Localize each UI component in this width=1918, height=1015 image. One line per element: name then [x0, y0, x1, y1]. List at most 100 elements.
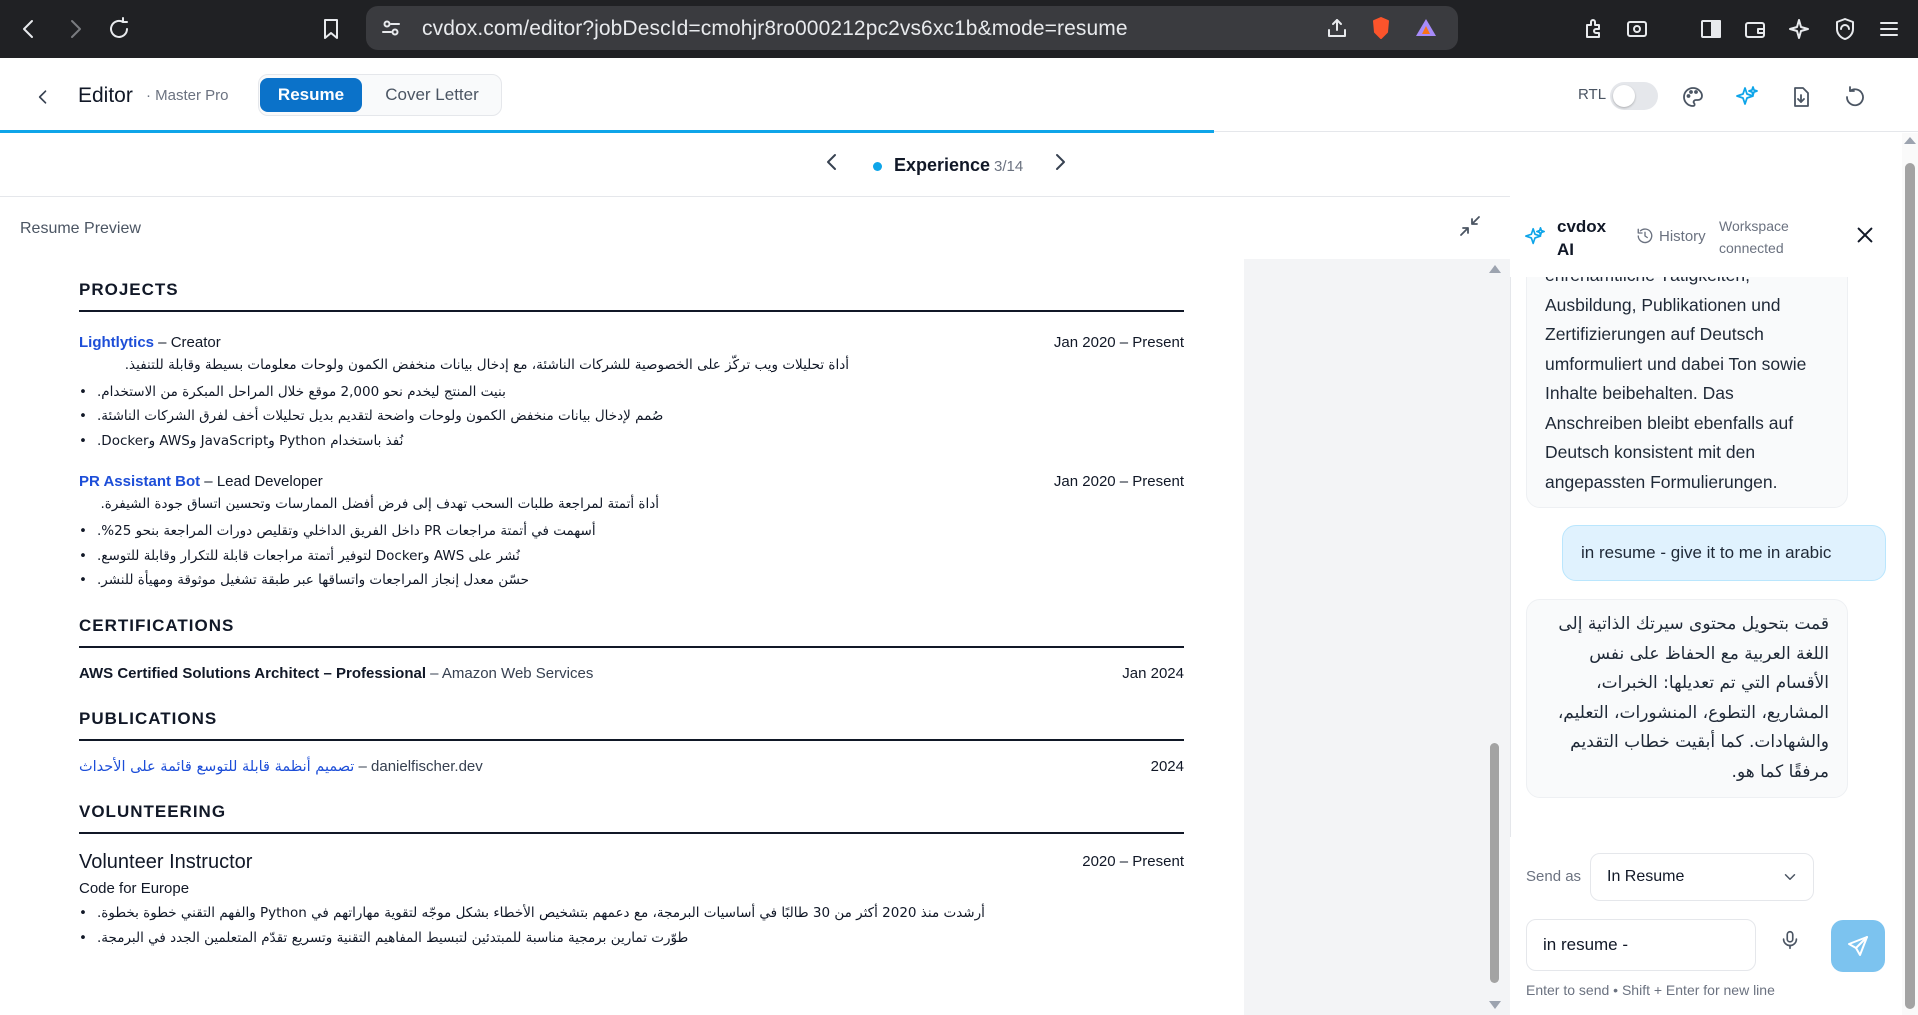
scroll-up-arrow[interactable]: [1489, 265, 1501, 273]
brave-shield-icon[interactable]: [1366, 13, 1396, 43]
prev-section-button[interactable]: [820, 150, 844, 179]
address-bar[interactable]: cvdox.com/editor?jobDescId=cmohjr8ro0002…: [366, 6, 1458, 50]
certifications-heading: CERTIFICATIONS: [79, 616, 235, 635]
volunteering-heading: VOLUNTEERING: [79, 802, 227, 821]
volunteer-date: 2020 – Present: [1082, 853, 1184, 870]
ai-sparkle-icon[interactable]: [1732, 82, 1762, 112]
volunteer-entry-header: Volunteer Instructor 2020 – Present: [79, 851, 1184, 874]
volunteer-title: Volunteer Instructor: [79, 851, 253, 873]
bullet-text: طوّرت تمارين برمجية مناسبة للمبتدئين لتب…: [97, 930, 689, 946]
project-name[interactable]: PR Assistant Bot: [79, 473, 200, 490]
section-divider: [79, 310, 1184, 312]
history-button[interactable]: History: [1659, 228, 1706, 245]
bullet-text: بنيت المنتج ليخدم نحو 2,000 موقع خلال ال…: [97, 384, 506, 400]
projects-heading: PROJECTS: [79, 280, 179, 299]
bullet-text: نُشر على AWS وDocker لتوفير أتمتة مراجعا…: [97, 548, 520, 564]
forward-arrow-icon[interactable]: [60, 14, 90, 44]
user-message: in resume - give it to me in arabic: [1562, 525, 1886, 581]
section-navigator: [0, 133, 1510, 197]
rtl-label: RTL: [1578, 86, 1607, 103]
back-button[interactable]: [28, 82, 58, 112]
rtl-toggle[interactable]: [1610, 82, 1658, 110]
project-name[interactable]: Lightlytics: [79, 334, 154, 351]
tab-resume[interactable]: Resume: [260, 78, 362, 112]
microphone-icon[interactable]: [1779, 929, 1805, 955]
chat-thread: ehrenamtliche Tätigkeiten, Ausbildung, P…: [1510, 277, 1902, 837]
certification-entry: AWS Certified Solutions Architect – Prof…: [79, 665, 1184, 682]
project-bullet: أسهمت في أتمتة مراجعات PR داخل الفريق ال…: [79, 523, 1184, 539]
palette-icon[interactable]: [1678, 82, 1708, 112]
project-bullet: نُفذ باستخدام Python وJavaScript وAWS وD…: [79, 433, 1184, 449]
wallet-icon[interactable]: [1740, 14, 1770, 44]
chevron-right-icon: [1056, 154, 1065, 170]
project-bullet: نُشر على AWS وDocker لتوفير أتمتة مراجعا…: [79, 548, 1184, 564]
bullet-text: حسّن معدل إنجاز المراجعات واتساقها عبر ط…: [97, 572, 529, 588]
site-settings-icon[interactable]: [376, 13, 406, 43]
tab-cover-letter[interactable]: Cover Letter: [367, 78, 497, 112]
section-heading-projects: PROJECTS: [79, 280, 1184, 300]
ai-sparkle-icon: [1524, 226, 1548, 250]
publication-entry: تصميم أنظمة قابلة للتوسع قائمة على الأحد…: [79, 758, 1184, 775]
page-scrollbar[interactable]: [1902, 133, 1918, 1015]
scroll-down-arrow[interactable]: [1489, 1001, 1501, 1009]
bullet-text: أرشدت منذ 2020 أكثر من 30 طالبًا في أساس…: [97, 905, 985, 921]
workspace-status: Workspace connected: [1719, 218, 1789, 256]
volunteer-org: Code for Europe: [79, 880, 190, 897]
menu-icon[interactable]: [1874, 14, 1904, 44]
reset-icon[interactable]: [1840, 82, 1870, 112]
volunteer-bullet: أرشدت منذ 2020 أكثر من 30 طالبًا في أساس…: [79, 905, 1184, 921]
project-role: – Creator: [154, 334, 221, 351]
close-icon[interactable]: [1854, 224, 1880, 250]
chat-input[interactable]: [1526, 919, 1756, 971]
section-name: Experience: [894, 155, 991, 175]
share-icon[interactable]: [1322, 13, 1352, 43]
project-entry-header: PR Assistant Bot – Lead Developer Jan 20…: [79, 473, 1184, 490]
certification-name: AWS Certified Solutions Architect – Prof…: [79, 665, 427, 682]
project-bullet: حسّن معدل إنجاز المراجعات واتساقها عبر ط…: [79, 572, 1184, 588]
project-role: – Lead Developer: [200, 473, 323, 490]
brave-rewards-icon[interactable]: [1411, 13, 1441, 43]
sidebar-icon[interactable]: [1696, 14, 1726, 44]
template-name: · Master Pro: [146, 87, 229, 104]
back-arrow-icon[interactable]: [14, 14, 44, 44]
chevron-left-icon: [38, 90, 47, 104]
bullet-text: أسهمت في أتمتة مراجعات PR داخل الفريق ال…: [97, 523, 596, 539]
scrollbar-thumb[interactable]: [1490, 743, 1499, 983]
send-icon: [1848, 936, 1868, 956]
extensions-icon[interactable]: [1578, 14, 1608, 44]
reload-icon[interactable]: [104, 14, 134, 44]
download-icon[interactable]: [1786, 82, 1816, 112]
section-heading-volunteering: VOLUNTEERING: [79, 802, 1184, 822]
certification-issuer: – Amazon Web Services: [426, 665, 594, 682]
bookmark-icon[interactable]: [316, 14, 346, 44]
publication-title[interactable]: تصميم أنظمة قابلة للتوسع قائمة على الأحد…: [79, 759, 354, 775]
section-status-dot: [873, 162, 882, 171]
send-as-select[interactable]: In Resume: [1590, 853, 1814, 901]
preview-header: [0, 197, 1510, 259]
publications-heading: PUBLICATIONS: [79, 709, 218, 728]
collapse-icon[interactable]: [1458, 214, 1486, 242]
scrollbar-thumb[interactable]: [1905, 163, 1915, 1009]
section-heading-publications: PUBLICATIONS: [79, 709, 1184, 729]
preview-scrollbar[interactable]: [1488, 259, 1502, 1015]
section-heading-certifications: CERTIFICATIONS: [79, 616, 1184, 636]
publication-date: 2024: [1150, 758, 1184, 775]
project-summary: أداة أتمتة لمراجعة طلبات السحب تهدف إلى …: [100, 496, 659, 512]
project-entry-header: Lightlytics – Creator Jan 2020 – Present: [79, 334, 1184, 351]
media-icon[interactable]: [1622, 14, 1652, 44]
document-tabs: Resume Cover Letter: [258, 74, 502, 116]
project-bullet: بنيت المنتج ليخدم نحو 2,000 موقع خلال ال…: [79, 384, 1184, 400]
section-divider: [79, 646, 1184, 648]
bullet-text: صُمم لإدخال بيانات منخفض الكمون ولوحات و…: [97, 408, 664, 424]
next-section-button[interactable]: [1048, 150, 1072, 179]
project-date: Jan 2020 – Present: [1053, 473, 1184, 490]
scroll-up-arrow[interactable]: [1904, 137, 1916, 144]
history-icon[interactable]: [1636, 227, 1654, 245]
project-date: Jan 2020 – Present: [1053, 334, 1184, 351]
send-button[interactable]: [1831, 920, 1885, 972]
page-title: Editor: [78, 84, 133, 107]
vpn-icon[interactable]: [1830, 14, 1860, 44]
composer-hint: Enter to send • Shift + Enter for new li…: [1526, 982, 1775, 998]
section-divider: [79, 832, 1184, 834]
leo-ai-icon[interactable]: [1784, 14, 1814, 44]
